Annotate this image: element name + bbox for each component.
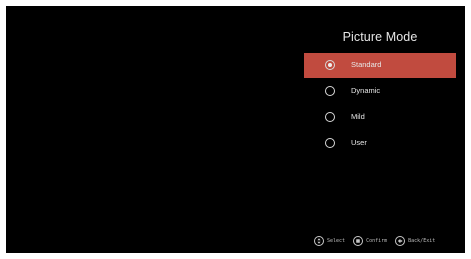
option-label: Mild [351, 112, 365, 121]
hint-confirm: Confirm [353, 236, 387, 246]
back-arrow-icon [395, 236, 406, 246]
hint-select: Select [314, 236, 345, 246]
option-standard[interactable]: Standard [304, 53, 456, 78]
ok-button-icon [353, 236, 364, 246]
radio-empty-icon [325, 86, 335, 96]
option-dynamic[interactable]: Dynamic [304, 79, 456, 104]
option-label: Standard [351, 60, 382, 69]
option-mild[interactable]: Mild [304, 105, 456, 130]
radio-empty-icon [325, 138, 335, 148]
hint-back-exit: Back/Exit [395, 236, 435, 246]
picture-mode-options: Standard Dynamic Mild User [304, 53, 456, 157]
option-label: User [351, 138, 367, 147]
hint-label: Select [327, 238, 346, 244]
hint-label: Back/Exit [408, 238, 436, 244]
menu-title: Picture Mode [342, 30, 418, 44]
radio-selected-icon [325, 60, 335, 70]
tv-screen: Picture Mode Standard Dynamic Mild User … [6, 6, 465, 253]
footer-hints: Select Confirm Back/Exit [314, 236, 435, 246]
radio-empty-icon [325, 112, 335, 122]
option-user[interactable]: User [304, 131, 456, 156]
hint-label: Confirm [366, 238, 388, 244]
option-label: Dynamic [351, 86, 381, 95]
dpad-updown-icon [314, 236, 324, 246]
